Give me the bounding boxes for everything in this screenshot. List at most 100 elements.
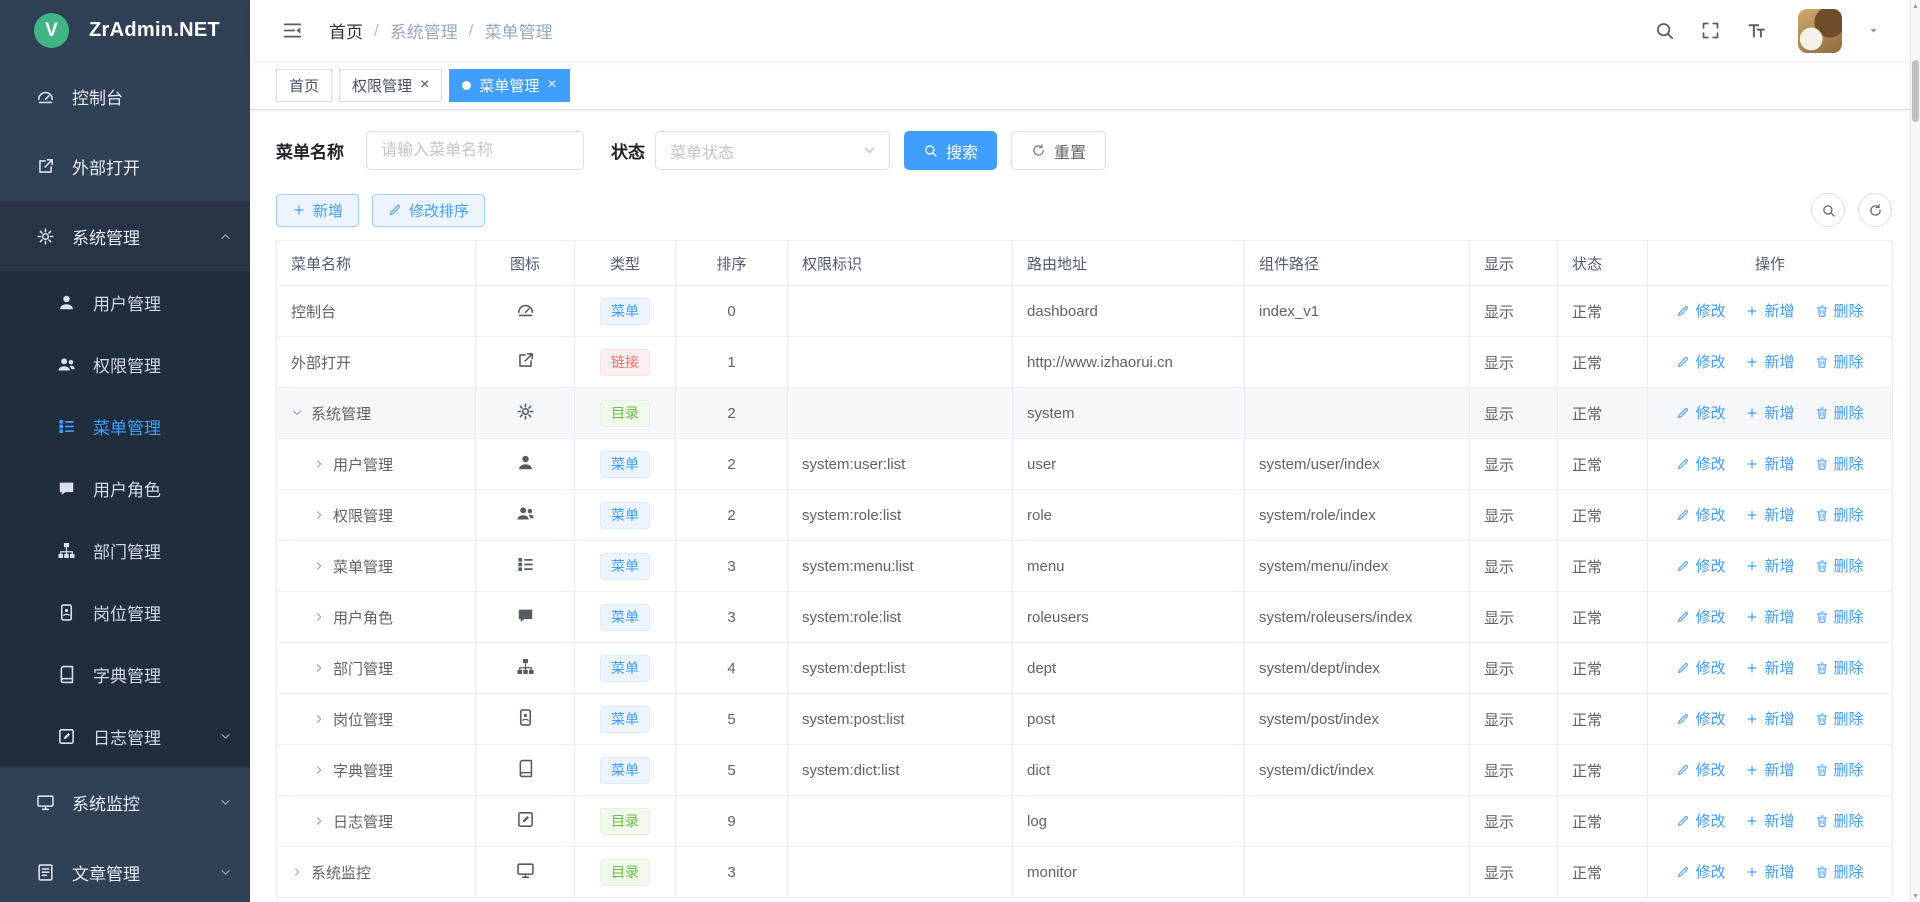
- sidebar-item-post[interactable]: 岗位管理: [0, 581, 250, 643]
- sidebar-item-menu[interactable]: 菜单管理: [0, 395, 250, 457]
- component-cell: system/roleusers/index: [1245, 592, 1470, 643]
- search-button[interactable]: 搜索: [904, 131, 997, 170]
- row-delete-link[interactable]: 删除: [1815, 504, 1864, 525]
- chevron-right-icon[interactable]: [313, 458, 325, 470]
- row-add-link[interactable]: 新增: [1745, 504, 1794, 525]
- row-edit-link[interactable]: 修改: [1676, 453, 1725, 474]
- menu-name-input[interactable]: [366, 131, 584, 170]
- add-button[interactable]: 新增: [276, 194, 359, 227]
- search-toggle-button[interactable]: [1811, 193, 1845, 227]
- sidebar-item-role[interactable]: 权限管理: [0, 333, 250, 395]
- chevron-down-icon[interactable]: [291, 407, 303, 419]
- row-delete-link[interactable]: 删除: [1815, 453, 1864, 474]
- chevron-right-icon[interactable]: [313, 662, 325, 674]
- scrollbar-up-arrow[interactable]: ▲: [1911, 0, 1920, 12]
- scrollbar-down-arrow[interactable]: ▼: [1911, 890, 1920, 902]
- page-scrollbar[interactable]: ▲ ▼: [1910, 0, 1920, 902]
- chevron-right-icon[interactable]: [313, 611, 325, 623]
- sidebar-item-log[interactable]: 日志管理: [0, 705, 250, 767]
- tab-home[interactable]: 首页: [276, 69, 332, 102]
- app-root: V ZrAdmin.NET 控制台外部打开系统管理用户管理权限管理菜单管理用户角…: [0, 0, 1920, 902]
- chevron-right-icon[interactable]: [313, 815, 325, 827]
- tab-role[interactable]: 权限管理×: [339, 69, 442, 102]
- comment-icon: [55, 479, 77, 498]
- row-edit-link[interactable]: 修改: [1676, 708, 1725, 729]
- hamburger-icon[interactable]: [282, 20, 303, 41]
- chevron-right-icon[interactable]: [313, 560, 325, 572]
- row-delete-link[interactable]: 删除: [1815, 657, 1864, 678]
- close-icon[interactable]: ×: [420, 77, 429, 93]
- row-edit-link[interactable]: 修改: [1676, 606, 1725, 627]
- sidebar-item-roleusers[interactable]: 用户角色: [0, 457, 250, 519]
- article-icon: [34, 863, 56, 882]
- table-row: 控制台菜单0dashboardindex_v1显示正常修改新增删除: [277, 286, 1893, 337]
- row-add-link[interactable]: 新增: [1745, 402, 1794, 423]
- row-delete-link[interactable]: 删除: [1815, 861, 1864, 882]
- chevron-right-icon[interactable]: [291, 866, 303, 878]
- row-delete-link[interactable]: 删除: [1815, 708, 1864, 729]
- route-cell: dept: [1013, 643, 1245, 694]
- row-add-link[interactable]: 新增: [1745, 555, 1794, 576]
- reset-button[interactable]: 重置: [1011, 131, 1106, 170]
- sidebar-item-user[interactable]: 用户管理: [0, 271, 250, 333]
- breadcrumb-item[interactable]: 首页: [329, 18, 363, 43]
- sidebar-item-dept[interactable]: 部门管理: [0, 519, 250, 581]
- row-delete-link[interactable]: 删除: [1815, 402, 1864, 423]
- visible-cell: 显示: [1470, 643, 1558, 694]
- users-icon: [55, 355, 77, 374]
- row-delete-link[interactable]: 删除: [1815, 759, 1864, 780]
- sidebar-item-monitor[interactable]: 系统监控: [0, 767, 250, 837]
- chevron-right-icon[interactable]: [313, 509, 325, 521]
- row-edit-link[interactable]: 修改: [1676, 861, 1725, 882]
- row-delete-link[interactable]: 删除: [1815, 810, 1864, 831]
- row-delete-link[interactable]: 删除: [1815, 351, 1864, 372]
- row-add-link[interactable]: 新增: [1745, 759, 1794, 780]
- column-header: 权限标识: [788, 241, 1013, 286]
- row-delete-link[interactable]: 删除: [1815, 555, 1864, 576]
- status-select[interactable]: 菜单状态: [655, 131, 890, 170]
- row-add-link[interactable]: 新增: [1745, 861, 1794, 882]
- trash-icon: [1815, 763, 1829, 777]
- row-edit-link[interactable]: 修改: [1676, 504, 1725, 525]
- search-icon[interactable]: [1654, 20, 1675, 41]
- row-delete-link[interactable]: 删除: [1815, 606, 1864, 627]
- main-area: 首页/系统管理/菜单管理 首页权限管理×菜单管理× 菜单名称 状态 菜单状态: [250, 0, 1920, 902]
- avatar[interactable]: [1798, 9, 1842, 53]
- font-size-icon[interactable]: [1746, 20, 1767, 41]
- tab-menu[interactable]: 菜单管理×: [449, 69, 569, 102]
- sidebar-item-dashboard[interactable]: 控制台: [0, 61, 250, 131]
- fullscreen-icon[interactable]: [1700, 20, 1721, 41]
- status-cell: 正常: [1558, 439, 1648, 490]
- sidebar-item-dict[interactable]: 字典管理: [0, 643, 250, 705]
- sidebar-item-external[interactable]: 外部打开: [0, 131, 250, 201]
- user-icon: [55, 293, 77, 312]
- row-edit-link[interactable]: 修改: [1676, 555, 1725, 576]
- row-add-link[interactable]: 新增: [1745, 453, 1794, 474]
- row-edit-link[interactable]: 修改: [1676, 657, 1725, 678]
- sidebar-item-system[interactable]: 系统管理: [0, 201, 250, 271]
- row-edit-link[interactable]: 修改: [1676, 351, 1725, 372]
- row-add-link[interactable]: 新增: [1745, 810, 1794, 831]
- chevron-right-icon[interactable]: [313, 713, 325, 725]
- refresh-button[interactable]: [1858, 193, 1892, 227]
- row-edit-link[interactable]: 修改: [1676, 759, 1725, 780]
- sort-button[interactable]: 修改排序: [372, 194, 485, 227]
- sidebar-item-article[interactable]: 文章管理: [0, 837, 250, 902]
- row-add-link[interactable]: 新增: [1745, 351, 1794, 372]
- row-edit-link[interactable]: 修改: [1676, 402, 1725, 423]
- row-add-link[interactable]: 新增: [1745, 300, 1794, 321]
- row-add-link[interactable]: 新增: [1745, 657, 1794, 678]
- row-add-link[interactable]: 新增: [1745, 708, 1794, 729]
- close-icon[interactable]: ×: [547, 77, 556, 93]
- chevron-right-icon[interactable]: [313, 764, 325, 776]
- row-edit-link[interactable]: 修改: [1676, 300, 1725, 321]
- row-edit-link[interactable]: 修改: [1676, 810, 1725, 831]
- logo[interactable]: V ZrAdmin.NET: [0, 0, 250, 61]
- row-delete-link[interactable]: 删除: [1815, 300, 1864, 321]
- scrollbar-thumb[interactable]: [1912, 60, 1919, 122]
- trash-icon: [1815, 814, 1829, 828]
- status-cell: 正常: [1558, 592, 1648, 643]
- filter-bar: 菜单名称 状态 菜单状态 搜索 重置: [276, 131, 1892, 170]
- caret-down-icon[interactable]: [1867, 24, 1880, 37]
- row-add-link[interactable]: 新增: [1745, 606, 1794, 627]
